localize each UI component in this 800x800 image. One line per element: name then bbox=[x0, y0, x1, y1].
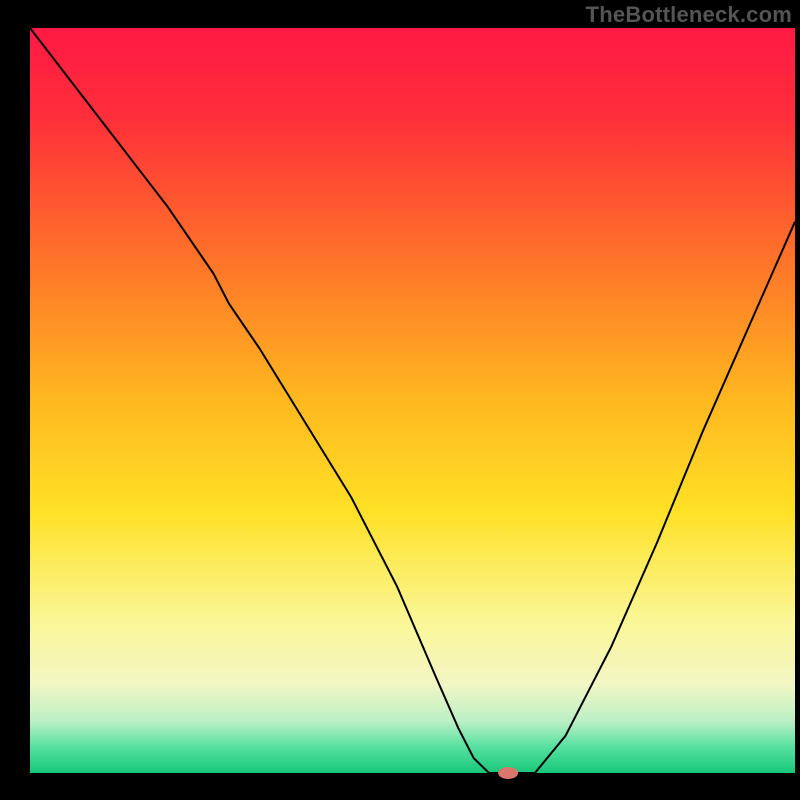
current-point-marker bbox=[498, 767, 518, 779]
watermark-label: TheBottleneck.com bbox=[586, 2, 792, 28]
bottleneck-chart bbox=[0, 0, 800, 800]
chart-container: TheBottleneck.com bbox=[0, 0, 800, 800]
plot-area bbox=[30, 28, 795, 773]
